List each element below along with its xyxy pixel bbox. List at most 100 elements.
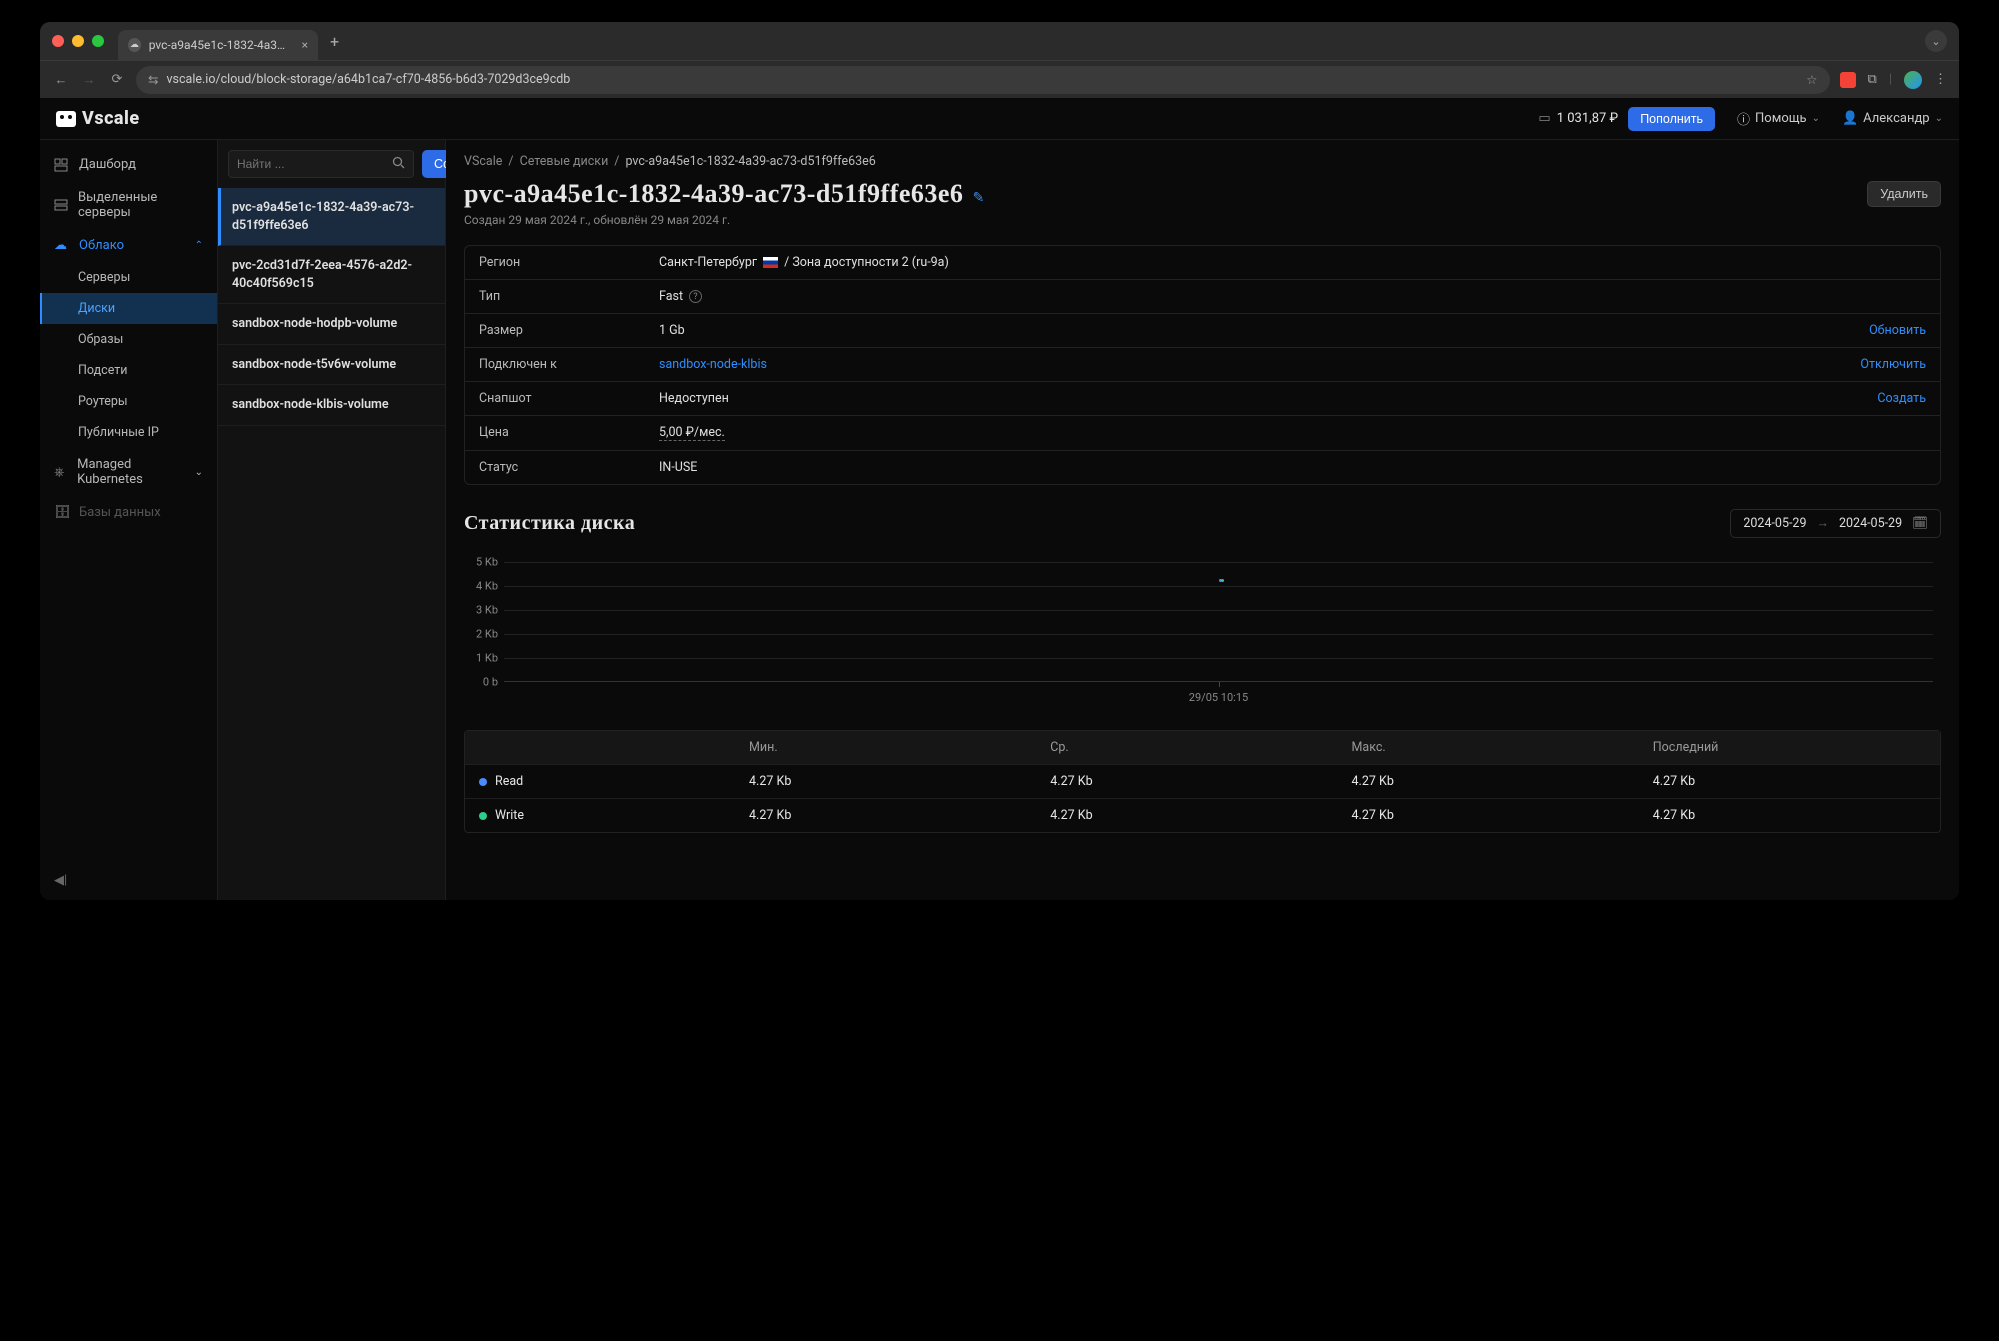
bookmark-icon[interactable]: ☆ xyxy=(1806,72,1817,88)
topup-button[interactable]: Пополнить xyxy=(1628,107,1715,131)
address-bar[interactable]: ⇆ vscale.io/cloud/block-storage/a64b1ca7… xyxy=(136,66,1830,94)
info-label-region: Регион xyxy=(465,246,645,279)
detach-button[interactable]: Отключить xyxy=(1846,348,1940,381)
disk-list-item[interactable]: pvc-2cd31d7f-2eea-4576-a2d2-40c40f569c15 xyxy=(218,246,445,304)
ytick-label: 4 Kb xyxy=(464,580,498,593)
address-url: vscale.io/cloud/block-storage/a64b1ca7-c… xyxy=(166,72,1798,87)
breadcrumb-link[interactable]: VScale xyxy=(464,154,502,169)
user-menu[interactable]: 👤 Александр ⌄ xyxy=(1842,111,1943,126)
date-range-picker[interactable]: 2024-05-29 → 2024-05-29 🗓 xyxy=(1730,509,1941,538)
logo-text: Vscale xyxy=(82,108,140,129)
breadcrumb: VScale/ Сетевые диски/ pvc-a9a45e1c-1832… xyxy=(464,154,1941,169)
info-value-size: 1 Gb xyxy=(645,314,1855,347)
new-tab-button[interactable]: + xyxy=(330,32,339,51)
site-info-icon[interactable]: ⇆ xyxy=(148,72,158,88)
help-label: Помощь xyxy=(1755,111,1807,126)
disk-io-chart: 5 Kb 4 Kb 3 Kb 2 Kb 1 Kb 0 b 29/05 10:15 xyxy=(504,562,1933,722)
profile-icon[interactable] xyxy=(1904,71,1922,89)
xtick-label: 29/05 10:15 xyxy=(1189,691,1248,704)
info-value-price: 5,00 ₽/мес. xyxy=(645,416,1940,450)
logo[interactable]: Vscale xyxy=(56,108,140,129)
breadcrumb-link[interactable]: Сетевые диски xyxy=(520,154,609,169)
flag-ru-icon xyxy=(763,257,778,268)
stats-col-min: Мин. xyxy=(735,731,1036,764)
ytick-label: 3 Kb xyxy=(464,604,498,617)
logo-icon xyxy=(56,111,76,127)
sidebar-sub-servers[interactable]: Серверы xyxy=(40,262,217,293)
disk-list-item[interactable]: sandbox-node-t5v6w-volume xyxy=(218,345,445,386)
help-menu[interactable]: ⓘ Помощь ⌄ xyxy=(1737,109,1820,128)
balance: ▭ 1 031,87 ₽ xyxy=(1538,111,1618,126)
sidebar-item-label: Выделенные серверы xyxy=(78,190,203,220)
database-icon: 🗄 xyxy=(54,505,69,520)
stats-row-write: Write 4.27 Kb 4.27 Kb 4.27 Kb 4.27 Kb xyxy=(465,798,1940,832)
window-maximize-icon[interactable] xyxy=(92,35,104,47)
chevron-down-icon: ⌄ xyxy=(195,467,203,478)
extension-icon[interactable] xyxy=(1840,72,1856,88)
nav-forward-icon[interactable]: → xyxy=(80,72,98,88)
sidebar-item-label: Managed Kubernetes xyxy=(77,457,185,487)
nav-reload-icon[interactable]: ⟳ xyxy=(108,72,126,87)
info-label-snapshot: Снапшот xyxy=(465,382,645,415)
breadcrumb-current: pvc-a9a45e1c-1832-4a39-ac73-d51f9ffe63e6 xyxy=(625,154,875,169)
resize-button[interactable]: Обновить xyxy=(1855,314,1940,347)
sidebar-item-label: Подсети xyxy=(78,363,127,378)
sidebar-item-label: Диски xyxy=(78,301,115,316)
sidebar-item-label: Базы данных xyxy=(79,505,161,520)
sidebar-item-dashboard[interactable]: Дашборд xyxy=(40,148,217,181)
sidebar-sub-publicip[interactable]: Публичные IP xyxy=(40,417,217,448)
chrome-menu-icon[interactable]: ⌄ xyxy=(1925,30,1947,52)
sidebar-sub-images[interactable]: Образы xyxy=(40,324,217,355)
window-close-icon[interactable] xyxy=(52,35,64,47)
info-value-status: IN-USE xyxy=(645,451,1940,484)
info-value-region: Санкт-Петербург / Зона доступности 2 (ru… xyxy=(645,246,1940,279)
chart-point-write xyxy=(1221,579,1224,582)
sidebar-item-label: Публичные IP xyxy=(78,425,159,440)
ytick-label: 0 b xyxy=(464,676,498,689)
page-subtitle: Создан 29 мая 2024 г., обновлён 29 мая 2… xyxy=(464,213,1941,227)
info-value-attached: sandbox-node-klbis xyxy=(645,348,1846,381)
disk-list-item[interactable]: sandbox-node-klbis-volume xyxy=(218,385,445,426)
dashboard-icon xyxy=(54,158,69,172)
disk-search-input[interactable] xyxy=(237,157,392,171)
server-icon xyxy=(54,198,68,212)
ytick-label: 5 Kb xyxy=(464,556,498,569)
browser-tab[interactable]: ☁ pvc-a9a45e1c-1832-4a39-a… × xyxy=(118,30,318,60)
stats-col-last: Последний xyxy=(1639,731,1940,764)
page-title: pvc-a9a45e1c-1832-4a39-ac73-d51f9ffe63e6 xyxy=(464,179,963,208)
sidebar-sub-disks[interactable]: Диски xyxy=(40,293,217,324)
edit-title-icon[interactable]: ✎ xyxy=(973,190,985,206)
stats-table: Мин. Ср. Макс. Последний Read 4.27 Kb 4.… xyxy=(464,730,1941,833)
tab-close-icon[interactable]: × xyxy=(302,38,308,52)
chrome-overflow-icon[interactable]: ⋮ xyxy=(1934,72,1947,87)
info-label-size: Размер xyxy=(465,314,645,347)
disk-search-box[interactable] xyxy=(228,150,414,178)
extensions-icon[interactable]: ⧉ xyxy=(1868,72,1877,87)
disk-list-item[interactable]: pvc-a9a45e1c-1832-4a39-ac73-d51f9ffe63e6 xyxy=(218,188,445,246)
sidebar-sub-subnets[interactable]: Подсети xyxy=(40,355,217,386)
nav-back-icon[interactable]: ← xyxy=(52,72,70,88)
sidebar-item-cloud[interactable]: ☁ Облако ⌃ xyxy=(40,229,217,262)
help-icon: ⓘ xyxy=(1737,109,1750,128)
stats-col-avg: Ср. xyxy=(1036,731,1337,764)
delete-button[interactable]: Удалить xyxy=(1867,181,1941,207)
sidebar-item-k8s[interactable]: ⎈ Managed Kubernetes ⌄ xyxy=(40,448,217,496)
sidebar-item-label: Роутеры xyxy=(78,394,128,409)
sidebar-sub-routers[interactable]: Роутеры xyxy=(40,386,217,417)
tab-favicon-icon: ☁ xyxy=(128,38,141,52)
disk-list-item[interactable]: sandbox-node-hodpb-volume xyxy=(218,304,445,345)
attached-server-link[interactable]: sandbox-node-klbis xyxy=(659,357,767,372)
kubernetes-icon: ⎈ xyxy=(54,465,67,480)
sidebar-item-db[interactable]: 🗄 Базы данных xyxy=(40,496,217,529)
sidebar-item-label: Облако xyxy=(79,238,124,253)
search-icon xyxy=(392,156,405,173)
info-value-snapshot: Недоступен xyxy=(645,382,1863,415)
date-to: 2024-05-29 xyxy=(1839,516,1902,531)
create-snapshot-button[interactable]: Создать xyxy=(1863,382,1940,415)
info-label-attached: Подключен к xyxy=(465,348,645,381)
help-icon[interactable]: ? xyxy=(689,290,702,303)
info-label-status: Статус xyxy=(465,451,645,484)
sidebar-item-dedicated[interactable]: Выделенные серверы xyxy=(40,181,217,229)
window-minimize-icon[interactable] xyxy=(72,35,84,47)
sidebar-collapse-button[interactable]: ◀| xyxy=(54,873,67,888)
